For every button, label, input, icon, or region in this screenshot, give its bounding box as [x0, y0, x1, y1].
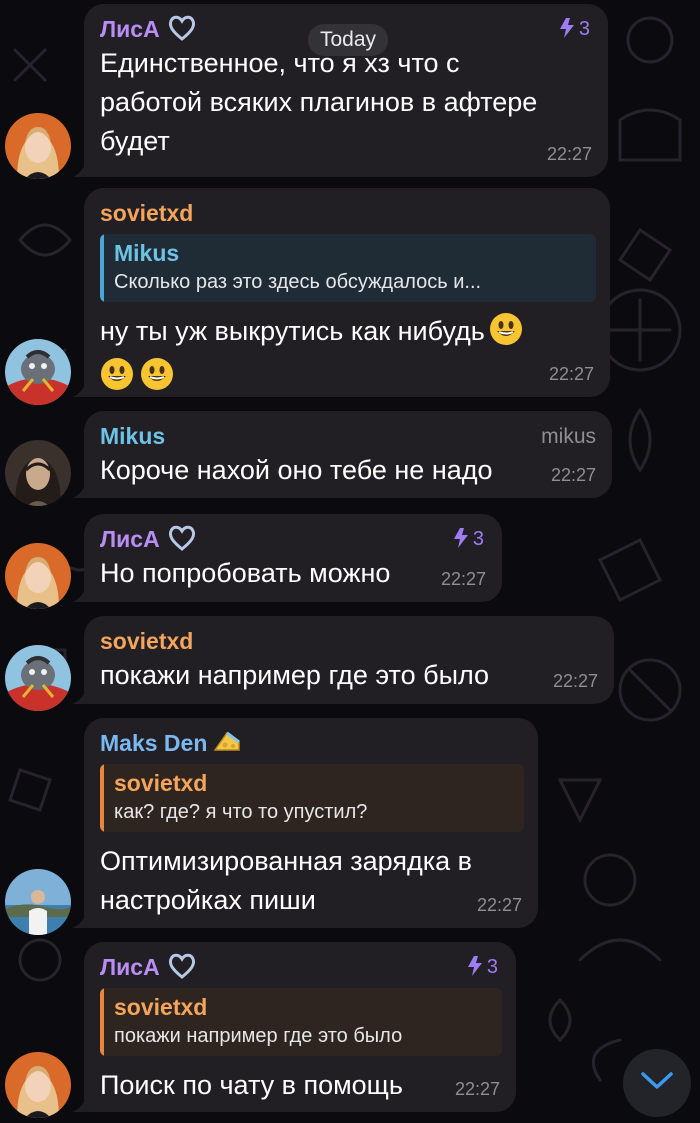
message-text: Оптимизированная зарядка в настройках пи…	[100, 846, 472, 915]
sender-name[interactable]: ЛисА	[100, 952, 502, 982]
avatar-sovietxd[interactable]	[5, 339, 71, 405]
message-text: Короче нахой оно тебе не надо	[100, 455, 493, 485]
scroll-to-bottom-button[interactable]	[623, 1049, 691, 1117]
message-bubble[interactable]: Mikus mikus Короче нахой оно тебе не над…	[84, 411, 612, 498]
reply-sender: sovietxd	[114, 994, 208, 1020]
message-text: покажи например где это было	[100, 660, 490, 690]
sender-handle: mikus	[541, 425, 596, 448]
message-bubble[interactable]: sovietxd Mikus Сколько раз это здесь обс…	[84, 188, 610, 397]
message-time: 22:27	[454, 1079, 500, 1099]
message-time: 22:27	[546, 144, 592, 164]
message-time: 22:27	[550, 465, 596, 485]
reply-sender: sovietxd	[114, 770, 208, 796]
boost-badge: 3	[558, 18, 590, 41]
reply-text: покажи например где это было	[114, 1025, 403, 1047]
smiley-emoji-icon	[140, 357, 174, 402]
avatar-mikus[interactable]	[5, 440, 71, 506]
avatar-lisa[interactable]	[5, 543, 71, 609]
reply-text: как? где? я что то упустил?	[114, 801, 368, 823]
sender-name[interactable]: sovietxd	[100, 626, 600, 656]
reply-sender: Mikus	[114, 240, 180, 266]
boost-badge: 3	[466, 956, 498, 979]
message-bubble[interactable]: ЛисА 3 sovietxd покажи например где это …	[84, 942, 516, 1112]
boost-lightning-icon	[452, 528, 473, 550]
chevron-down-icon	[640, 1071, 674, 1096]
message-text: Но попробовать можно	[100, 558, 391, 588]
reply-quote[interactable]: Mikus Сколько раз это здесь обсуждалось …	[100, 234, 596, 302]
avatar-maks-den[interactable]	[5, 869, 71, 935]
sender-name[interactable]: ЛисА	[100, 524, 488, 554]
reply-quote[interactable]: sovietxd как? где? я что то упустил?	[100, 764, 524, 832]
message-bubble[interactable]: ЛисА 3 Но попробовать можно 22:27	[84, 514, 502, 602]
date-separator: Today	[308, 24, 389, 56]
message-bubble[interactable]: Maks Den sovietxd как? где? я что то упу…	[84, 718, 538, 928]
sender-name[interactable]: Maks Den	[100, 728, 524, 758]
sender-name[interactable]: Mikus	[100, 421, 598, 451]
heart-outline-icon	[168, 953, 196, 986]
message-time: 22:27	[552, 671, 598, 691]
boost-lightning-icon	[466, 956, 487, 978]
reply-quote[interactable]: sovietxd покажи например где это было	[100, 988, 502, 1056]
boost-lightning-icon	[558, 18, 579, 40]
avatar-sovietxd[interactable]	[5, 645, 71, 711]
avatar-lisa[interactable]	[5, 113, 71, 179]
cheese-emoji-icon	[213, 730, 241, 761]
sender-name[interactable]: sovietxd	[100, 198, 596, 228]
message-time: 22:27	[548, 364, 594, 384]
message-text: ну ты уж выкрутись как нибудь	[100, 312, 596, 401]
smiley-emoji-icon	[100, 357, 134, 402]
smiley-emoji-icon	[489, 312, 523, 357]
message-bubble[interactable]: sovietxd покажи например где это было 22…	[84, 616, 614, 704]
message-time: 22:27	[476, 895, 522, 915]
message-text: Единственное, что я хз что с работой вся…	[100, 48, 538, 156]
message-time: 22:27	[440, 569, 486, 589]
boost-badge: 3	[452, 528, 484, 551]
reply-text: Сколько раз это здесь обсуждалось и...	[114, 271, 482, 293]
message-text: Поиск по чату в помощь	[100, 1070, 403, 1100]
avatar-lisa[interactable]	[5, 1052, 71, 1118]
